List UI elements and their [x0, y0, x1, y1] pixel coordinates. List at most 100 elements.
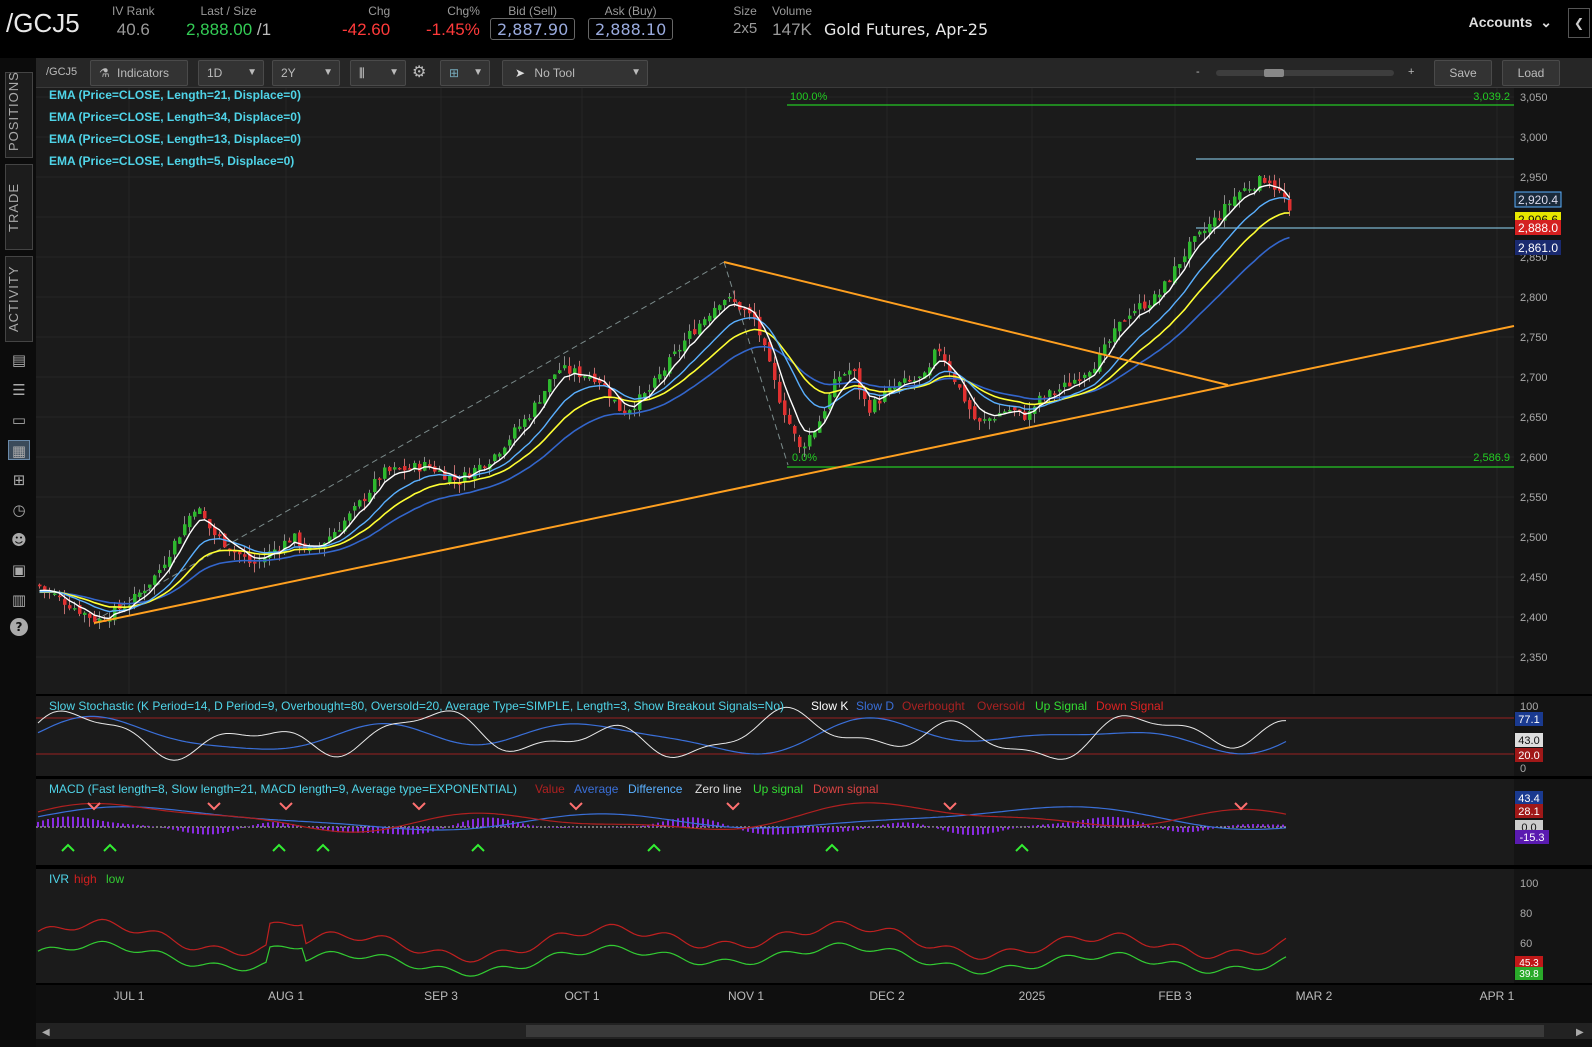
candle-body [563, 365, 567, 369]
candle-body [523, 419, 527, 427]
zoom-out-button[interactable]: - [1196, 66, 1200, 78]
candle-body [1083, 374, 1087, 378]
tool-select[interactable]: ➤ No Tool ▼ [502, 60, 648, 86]
zoom-in-button[interactable]: + [1408, 66, 1414, 78]
candle-body [38, 584, 42, 587]
candle-body [793, 426, 797, 434]
candle-body [218, 534, 222, 537]
macd-title: MACD (Fast length=8, Slow length=21, MAC… [49, 782, 517, 796]
monitor-icon[interactable]: ▤ [8, 350, 30, 370]
beaker-icon: ⚗ [99, 66, 110, 80]
tab-activity[interactable]: ACTIVITY [5, 256, 33, 342]
candle-body [143, 590, 147, 594]
collapse-panel-button[interactable]: ❮ [1568, 8, 1590, 38]
candle-body [1078, 379, 1082, 381]
stoch-legend-slowk: Slow K [811, 699, 848, 713]
candle-body [1183, 256, 1187, 263]
tab-positions[interactable]: POSITIONS [5, 71, 33, 158]
chevron-down-icon: ⌄ [1540, 14, 1552, 30]
drawing-icon: ⊞ [449, 66, 460, 80]
period-select[interactable]: 2Y ▼ [272, 60, 340, 86]
candle-body [918, 376, 922, 379]
candle-body [293, 533, 297, 543]
charts-icon[interactable]: ▦ [8, 440, 30, 460]
candle-body [708, 315, 712, 322]
macd-panel[interactable]: MACD (Fast length=8, Slow length=21, MAC… [36, 779, 1592, 865]
candle-body [63, 599, 67, 605]
candle-body [1178, 264, 1182, 269]
ask-button[interactable]: 2,888.10 [588, 18, 674, 40]
grid-icon[interactable]: ⊞ [8, 470, 30, 490]
price-tick-label: 2,500 [1520, 532, 1548, 544]
candle-body [868, 400, 872, 413]
people-icon[interactable]: ☻ [8, 530, 30, 550]
candle-body [958, 384, 962, 388]
candle-body [173, 540, 177, 555]
interval-select[interactable]: 1D ▼ [198, 60, 264, 86]
list-icon[interactable]: ☰ [8, 380, 30, 400]
candle-body [973, 406, 977, 420]
candle-body [1143, 301, 1147, 309]
tv-icon[interactable]: ▭ [8, 410, 30, 430]
candle-body [723, 299, 727, 306]
symbol-title[interactable]: /GCJ5 [6, 8, 80, 39]
candle-body [1048, 390, 1052, 398]
scroll-right-icon[interactable]: ▶ [1576, 1027, 1584, 1038]
scroll-left-icon[interactable]: ◀ [42, 1027, 50, 1038]
candle-body [243, 554, 247, 557]
candle-body [1203, 230, 1207, 234]
candle-body [88, 613, 92, 618]
candle-body [703, 319, 707, 326]
calendar-icon[interactable]: ▣ [8, 560, 30, 580]
candle-body [133, 593, 137, 603]
candle-body [713, 307, 717, 319]
candle-body [348, 513, 352, 521]
dropdown-arrow-icon: ▼ [631, 67, 641, 78]
date-label: OCT 1 [564, 989, 599, 1003]
dropdown-arrow-icon: ▼ [247, 67, 257, 78]
ivr-tick-100: 100 [1520, 878, 1538, 890]
candle-body [1113, 328, 1117, 342]
indicators-button[interactable]: ⚗ Indicators [90, 60, 188, 86]
price-tick-label: 3,050 [1520, 92, 1548, 104]
bid-button[interactable]: 2,887.90 [490, 18, 576, 40]
candle-body [558, 370, 562, 374]
candle-body [68, 605, 72, 609]
candle-body [448, 475, 452, 483]
news-icon[interactable]: ▥ [8, 590, 30, 610]
settings-gear-icon[interactable]: ⚙ [412, 62, 426, 82]
ask-field[interactable]: Ask (Buy) 2,888.10 [588, 4, 674, 40]
candle-body [1053, 393, 1057, 395]
price-chart-panel[interactable]: 3,0503,0002,9502,9002,8502,8002,7502,700… [36, 88, 1592, 694]
zoom-slider-handle[interactable] [1264, 69, 1284, 77]
gauge-icon[interactable]: ◷ [8, 500, 30, 520]
help-icon[interactable]: ? [10, 618, 28, 636]
fib-100-value: 3,039.2 [1473, 91, 1510, 103]
chart-style-select[interactable]: ⫼ ▼ [350, 60, 406, 86]
candle-body [658, 374, 662, 380]
ivr-panel[interactable]: IVR high low 100 80 60 45.3 39.8 [36, 869, 1592, 983]
candle-body [158, 569, 162, 574]
candle-body [583, 376, 587, 378]
price-chart-background [36, 88, 1592, 694]
svg-text:39.8: 39.8 [1519, 969, 1539, 980]
toolbar-symbol[interactable]: /GCJ5 [46, 66, 77, 78]
accounts-menu[interactable]: Accounts ⌄ [1469, 14, 1552, 31]
stochastic-panel[interactable]: Slow Stochastic (K Period=14, D Period=9… [36, 696, 1592, 776]
candle-body [978, 418, 982, 422]
candle-body [163, 564, 167, 569]
candle-body [58, 595, 62, 598]
load-button[interactable]: Load [1502, 60, 1560, 86]
tab-trade[interactable]: TRADE [5, 164, 33, 250]
drawing-style-select[interactable]: ⊞ ▼ [440, 60, 490, 86]
candle-body [663, 370, 667, 376]
candle-body [478, 464, 482, 471]
save-button[interactable]: Save [1434, 60, 1492, 86]
bid-field[interactable]: Bid (Sell) 2,887.90 [490, 4, 576, 40]
price-tick-label: 2,450 [1520, 572, 1548, 584]
scrollbar-thumb[interactable] [526, 1025, 1544, 1037]
zoom-slider[interactable] [1216, 69, 1394, 77]
candle-body [553, 374, 557, 379]
quote-header: /GCJ5 IV Rank 40.6 Last / Size 2,888.00 … [0, 0, 1592, 56]
change-pct-field: Chg% -1.45% [426, 4, 480, 39]
